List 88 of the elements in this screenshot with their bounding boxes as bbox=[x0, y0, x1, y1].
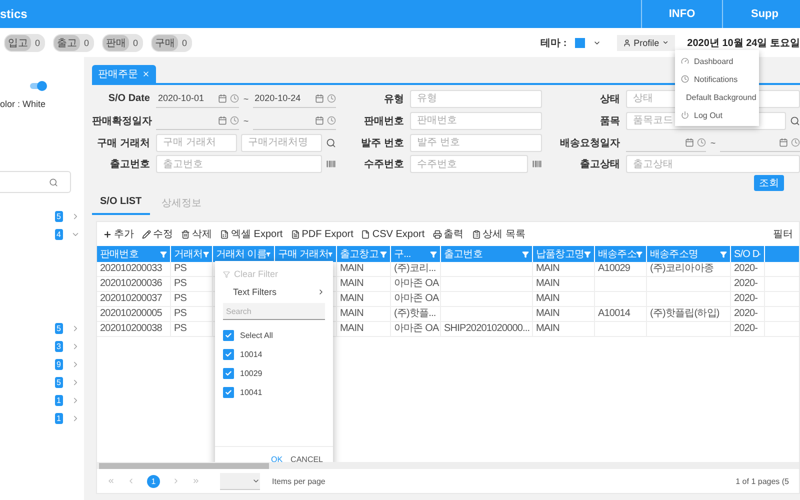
table-cell: 2020- bbox=[731, 307, 765, 321]
column-title: 구... bbox=[394, 248, 411, 261]
table-cell: MAIN bbox=[533, 307, 595, 321]
count-badge: 5 bbox=[54, 322, 63, 334]
field-label: 수주번호 bbox=[363, 158, 404, 171]
table-cell: PS bbox=[171, 277, 213, 291]
table-cell: SHIP20201020000... bbox=[441, 322, 533, 336]
table-cell: 아마존 OA bbox=[391, 322, 441, 336]
counter-label: 입고 bbox=[5, 34, 31, 50]
counter-value: 0 bbox=[84, 38, 90, 48]
table-cell: MAIN bbox=[337, 322, 391, 336]
table-cell: A10014 bbox=[595, 307, 647, 321]
counter-value: 0 bbox=[133, 38, 138, 48]
table-cell: PS bbox=[171, 307, 213, 321]
table-cell: 202010200005 bbox=[97, 307, 171, 321]
column-title: 거래처 bbox=[174, 248, 203, 261]
field-label: 발주 번호 bbox=[360, 136, 404, 150]
field-label: 출고번호 bbox=[109, 158, 150, 171]
table-cell: 202010200038 bbox=[97, 322, 171, 336]
count-badge: 1 bbox=[54, 412, 63, 424]
table-cell: 202010200033 bbox=[97, 262, 171, 276]
table-cell: MAIN bbox=[533, 277, 595, 291]
field-label: 판매번호 bbox=[363, 114, 404, 128]
column-title: 출고번호 bbox=[444, 248, 482, 261]
table-cell: 2020- bbox=[731, 277, 765, 291]
current-date: 2020년 10월 24일 토요일 bbox=[687, 36, 800, 50]
table-cell: 2020- bbox=[731, 322, 765, 336]
table-cell: MAIN bbox=[533, 262, 595, 276]
table-cell: 2020- bbox=[731, 262, 765, 276]
table-cell: (주)핫플립(하입) bbox=[647, 307, 731, 321]
column-title: 구매 거래처 bbox=[278, 248, 328, 261]
table-cell: 202010200036 bbox=[97, 277, 171, 291]
count-badge: 3 bbox=[54, 340, 63, 352]
count-badge: 1 bbox=[54, 394, 63, 406]
app-title: stics bbox=[0, 7, 28, 21]
range-separator: ~ bbox=[710, 138, 716, 148]
column-title: 판매번호 bbox=[100, 248, 138, 261]
column-title: 배송주소 bbox=[598, 248, 636, 261]
count-badge: 5 bbox=[54, 210, 63, 222]
page-size-label: Items per page bbox=[272, 476, 326, 486]
range-separator: ~ bbox=[243, 94, 249, 104]
option-label: 10029 bbox=[240, 369, 262, 378]
column-title: 배송주소명 bbox=[650, 248, 698, 261]
field-label: 출고상태 bbox=[579, 158, 620, 171]
column-title: 납품창고명 bbox=[536, 248, 584, 261]
option-label: 10041 bbox=[240, 388, 262, 397]
table-cell: MAIN bbox=[533, 322, 595, 336]
field-label: 구매 거래처 bbox=[96, 136, 150, 150]
table-cell: 2020- bbox=[731, 292, 765, 306]
table-cell: PS bbox=[171, 292, 213, 306]
table-cell: MAIN bbox=[337, 277, 391, 291]
table-cell: 202010200037 bbox=[97, 292, 171, 306]
page-summary: 1 of 1 pages (5 bbox=[736, 476, 789, 486]
field-label: 품목 bbox=[599, 114, 620, 128]
field-label: 판매확정일자 bbox=[92, 114, 150, 128]
field-label: 상태 bbox=[599, 92, 620, 106]
option-label: Select All bbox=[240, 331, 273, 340]
counter-label: 출고 bbox=[54, 34, 80, 50]
table-cell: MAIN bbox=[337, 262, 391, 276]
column-title: 거래처 이름 bbox=[216, 248, 266, 261]
table-cell: MAIN bbox=[533, 292, 595, 306]
counter-label: 구매 bbox=[152, 34, 178, 50]
counter-value: 0 bbox=[35, 38, 40, 48]
table-cell: (주)코리아아종 bbox=[647, 262, 731, 276]
column-title: S/O D bbox=[734, 248, 760, 260]
table-cell: PS bbox=[171, 262, 213, 276]
table-cell: 아마존 OA bbox=[391, 292, 441, 306]
count-badge: 9 bbox=[54, 358, 63, 370]
range-separator: ~ bbox=[243, 116, 249, 126]
table-cell: MAIN bbox=[337, 292, 391, 306]
field-label: 배송요청일자 bbox=[559, 136, 620, 150]
option-label: 10014 bbox=[240, 350, 262, 359]
toolbar-text: 필터 bbox=[773, 228, 793, 241]
count-badge: 5 bbox=[54, 376, 63, 388]
count-badge: 4 bbox=[54, 228, 63, 240]
table-cell: (주)핫플... bbox=[391, 307, 441, 321]
table-cell: 아마존 OA bbox=[391, 277, 441, 291]
table-cell: MAIN bbox=[337, 307, 391, 321]
field-label: S/O Date bbox=[107, 93, 150, 104]
theme-text: olor : White bbox=[0, 99, 47, 109]
theme-label: 테마 : bbox=[540, 36, 567, 50]
counter-label: 판매 bbox=[103, 34, 130, 50]
table-cell: PS bbox=[171, 322, 213, 336]
counter-value: 0 bbox=[182, 38, 188, 48]
table-cell: A10029 bbox=[595, 262, 647, 276]
column-title: 출고창고 bbox=[340, 248, 378, 261]
field-label: 유형 bbox=[383, 92, 404, 106]
table-cell: (주)코리... bbox=[391, 262, 441, 276]
